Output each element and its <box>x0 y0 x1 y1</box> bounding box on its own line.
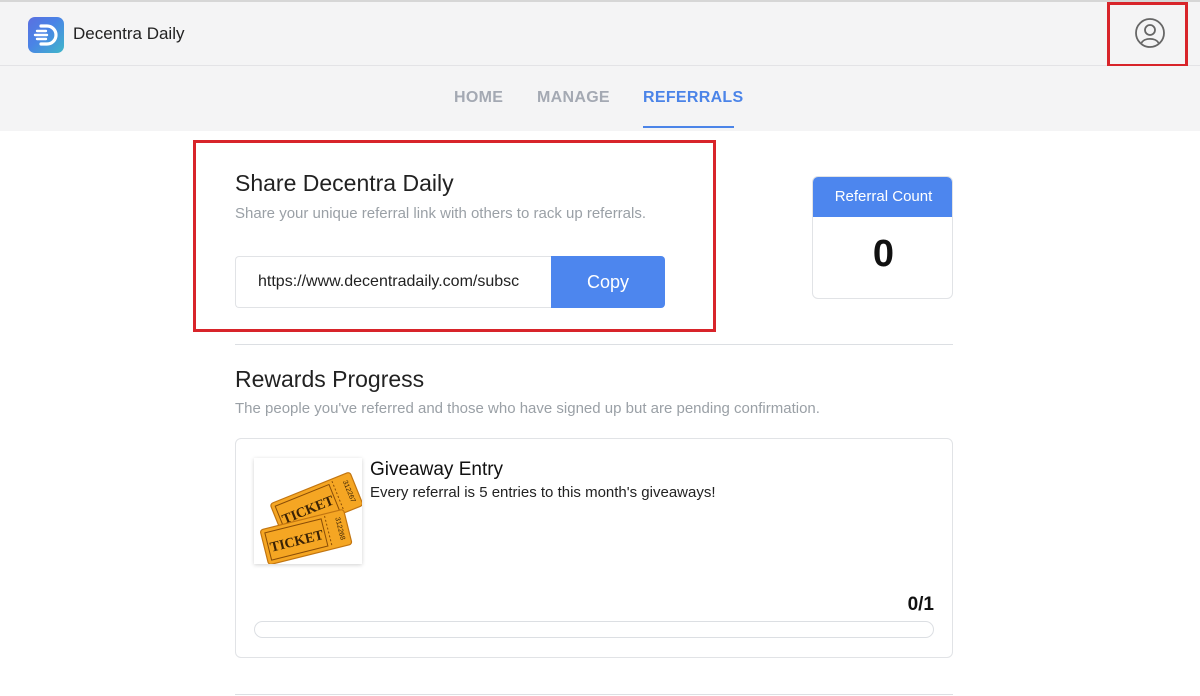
reward-description: Every referral is 5 entries to this mont… <box>370 484 716 501</box>
referral-count-label: Referral Count <box>813 177 952 217</box>
reward-progress-bar <box>254 621 934 638</box>
tab-home[interactable]: HOME <box>454 89 503 107</box>
referral-link-input[interactable] <box>235 256 551 308</box>
share-subtitle: Share your unique referral link with oth… <box>235 205 647 222</box>
bottom-divider <box>235 694 953 695</box>
ticket-icon: TICKET 312267 TICKET 312268 <box>254 458 363 565</box>
top-border <box>0 0 1200 2</box>
active-tab-indicator <box>643 126 734 128</box>
section-divider <box>235 344 953 345</box>
referral-count-value: 0 <box>872 233 895 275</box>
tab-referrals[interactable]: REFERRALS <box>643 89 743 107</box>
rewards-subtitle: The people you've referred and those who… <box>235 400 820 417</box>
decentra-logo-icon[interactable] <box>28 17 64 53</box>
reward-progress-text: 0/1 <box>907 594 934 615</box>
referral-count-card: Referral Count 0 <box>812 176 953 299</box>
copy-button[interactable]: Copy <box>551 256 665 308</box>
avatar-highlight-box <box>1107 2 1188 67</box>
tab-manage[interactable]: MANAGE <box>537 89 610 107</box>
top-header: Decentra Daily <box>0 0 1200 66</box>
reward-name: Giveaway Entry <box>370 459 504 480</box>
brand-name[interactable]: Decentra Daily <box>73 24 185 44</box>
share-title: Share Decentra Daily <box>235 170 454 196</box>
rewards-title: Rewards Progress <box>235 366 425 392</box>
